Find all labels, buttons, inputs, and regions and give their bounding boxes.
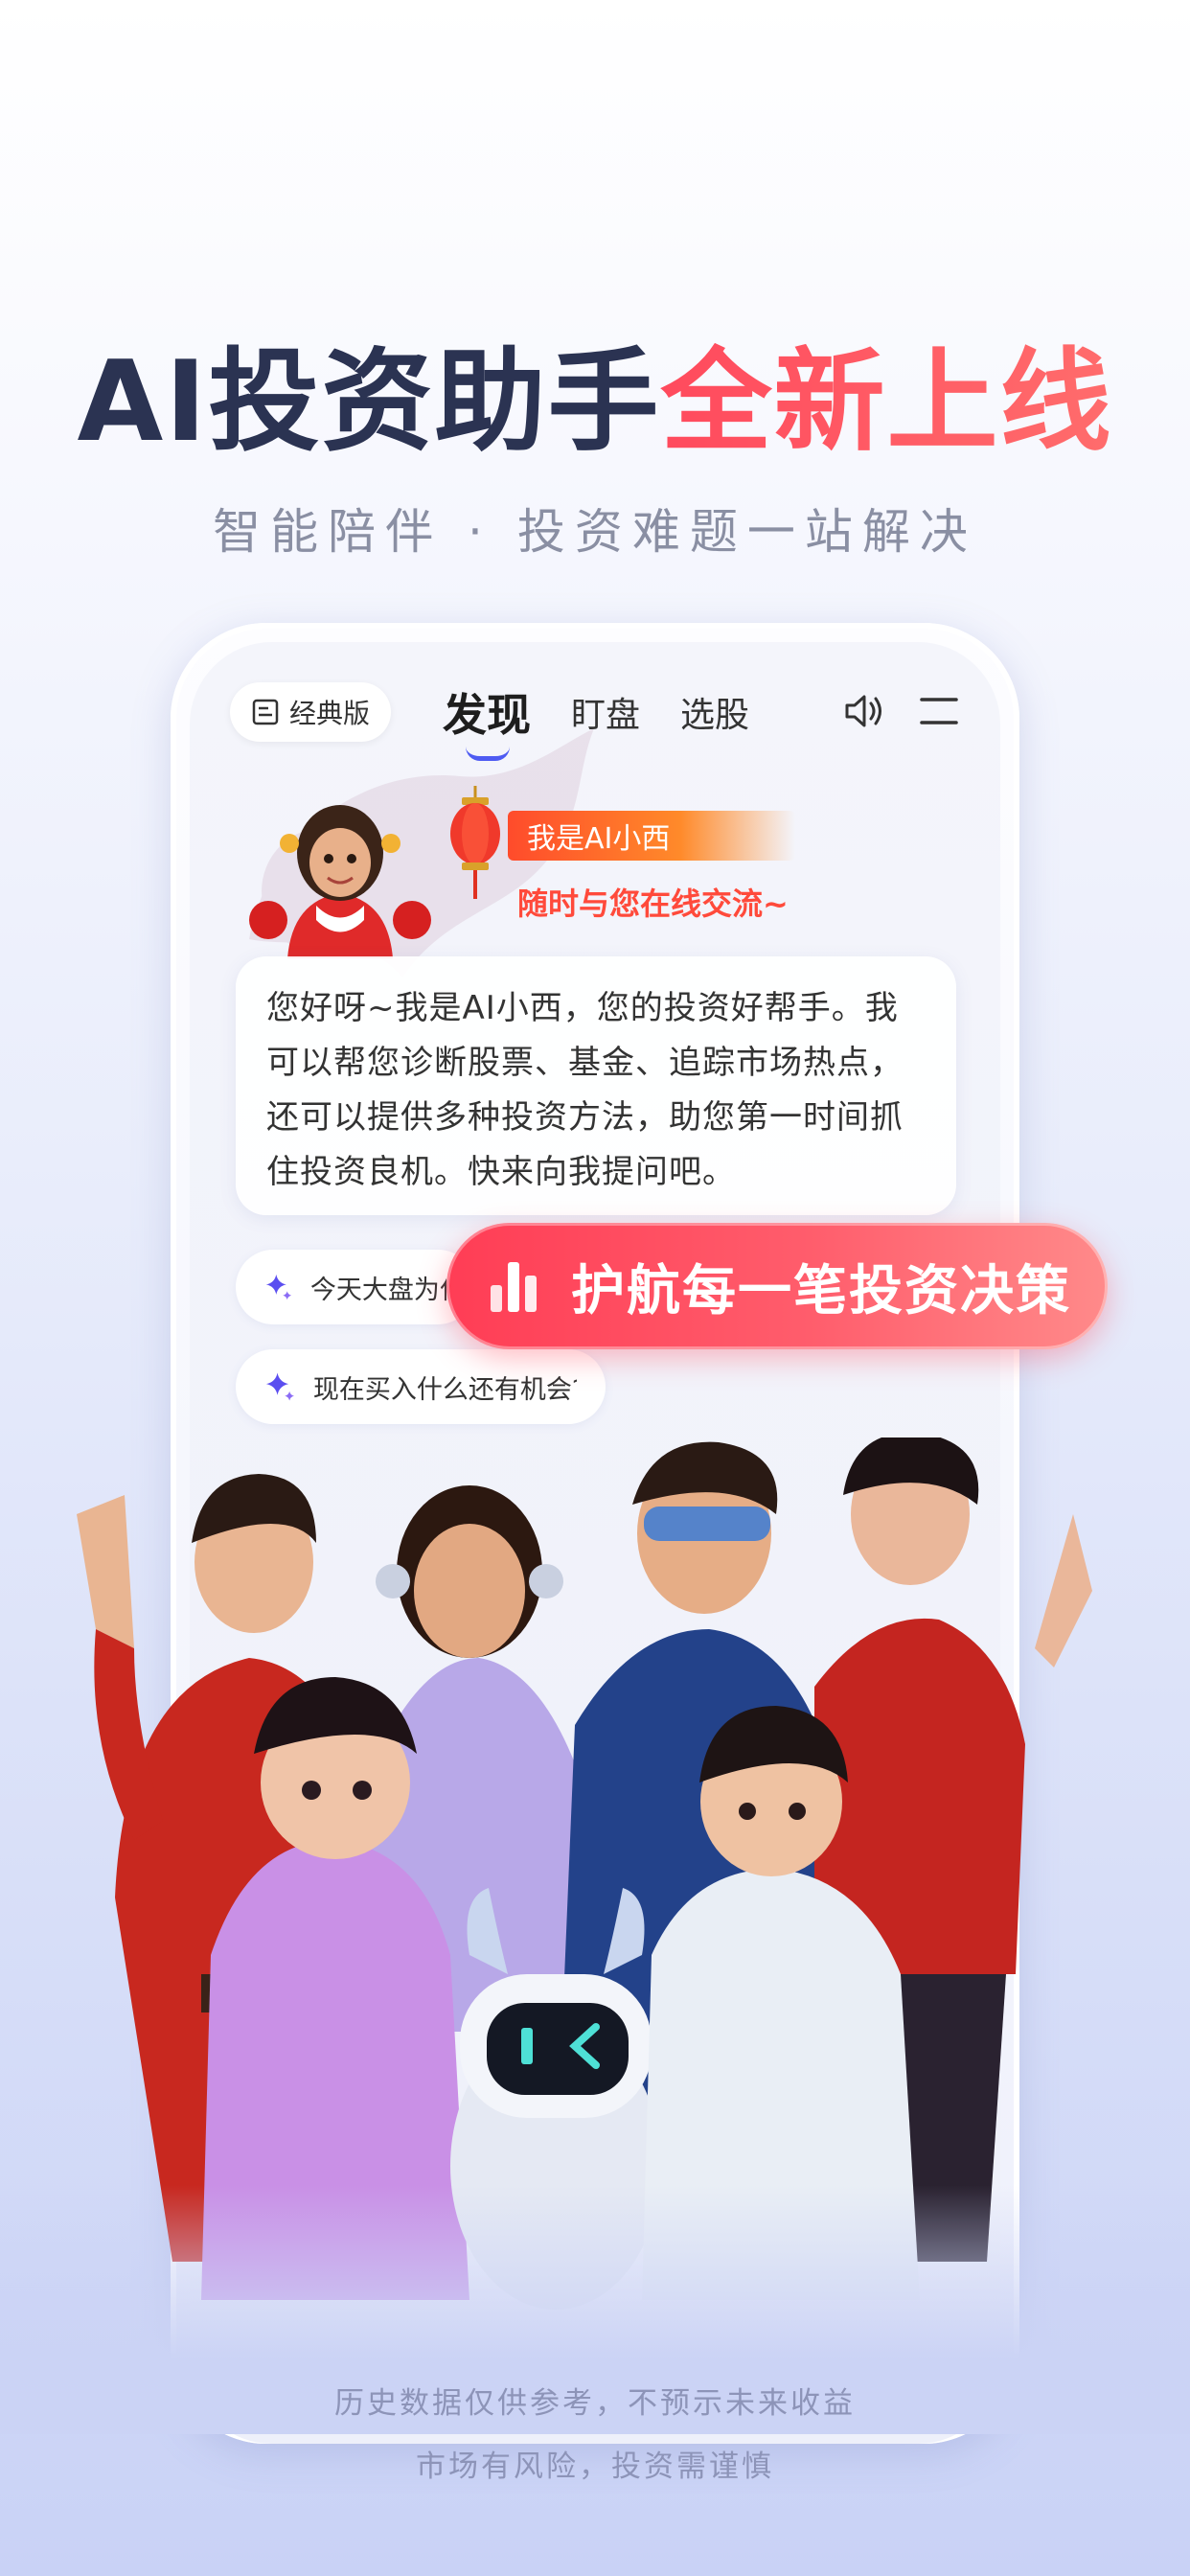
disclaimer-line2: 市场有风险，投资需谨慎 — [416, 2450, 774, 2484]
speaker-icon[interactable] — [841, 688, 887, 734]
suggestion-text: 现在买入什么还有机会? — [312, 1374, 577, 1405]
tab-stock-picker[interactable]: 选股 — [680, 687, 749, 737]
headline-part1: AI投资助手 — [77, 337, 661, 467]
ai-name-banner: 我是AI小西 — [508, 811, 795, 861]
cta-label: 护航每一笔投资决策 — [571, 1259, 1071, 1322]
tab-discover[interactable]: 发现 — [443, 680, 531, 761]
document-icon — [252, 699, 279, 725]
disclaimer-line1: 历史数据仅供参考，不预示未来收益 — [334, 2386, 856, 2421]
suggestion-chip[interactable]: 今天大盘为什 — [236, 1250, 475, 1324]
sparkle-icon — [265, 1274, 292, 1300]
menu-icon[interactable] — [918, 694, 960, 728]
suggestion-chip[interactable]: 现在买入什么还有机会? — [236, 1349, 606, 1424]
suggestion-text: 今天大盘为什 — [309, 1275, 446, 1305]
ai-assistant-avatar — [249, 805, 431, 958]
sparkle-icon — [265, 1372, 294, 1401]
classic-version-button[interactable]: 经典版 — [230, 682, 391, 742]
headline-part2: 全新上线 — [660, 337, 1113, 467]
top-tabs: 发现 盯盘 选股 — [443, 680, 749, 761]
ai-slogan: 随时与您在线交流~ — [517, 886, 789, 922]
classic-version-label: 经典版 — [288, 698, 370, 729]
bar-chart-icon — [491, 1262, 537, 1312]
headline: AI投资助手全新上线 — [0, 340, 1190, 465]
chat-bubble: 您好呀~我是AI小西，您的投资好帮手。我可以帮您诊断股票、基金、追踪市场热点，还… — [236, 956, 956, 1215]
chat-message: 您好呀~我是AI小西，您的投资好帮手。我可以帮您诊断股票、基金、追踪市场热点，还… — [266, 989, 904, 1191]
subheadline: 智能陪伴 · 投资难题一站解决 — [213, 504, 977, 560]
lantern-icon — [450, 786, 500, 899]
tab-watch[interactable]: 盯盘 — [571, 687, 640, 737]
cta-banner[interactable]: 护航每一笔投资决策 — [446, 1223, 1108, 1349]
